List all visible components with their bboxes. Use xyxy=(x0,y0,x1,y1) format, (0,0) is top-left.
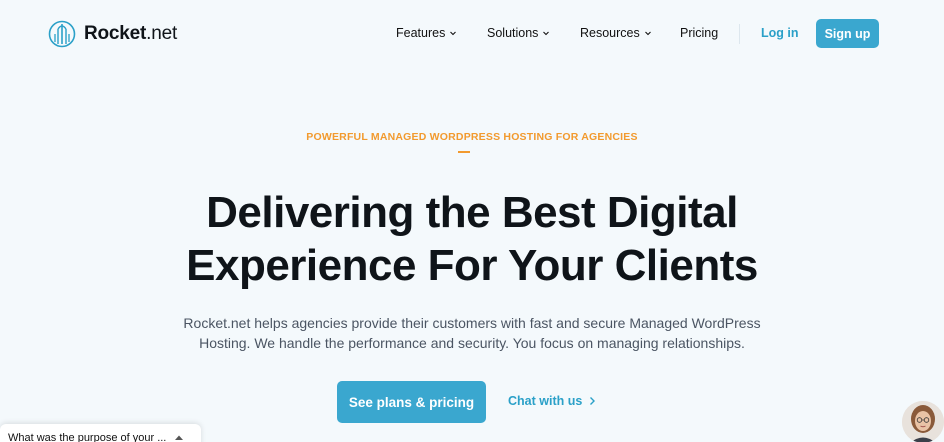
subtext-line-1: Rocket.net helps agencies provide their … xyxy=(183,315,761,331)
nav-divider xyxy=(739,24,740,44)
nav-item-label: Solutions xyxy=(487,26,539,40)
chat-label: Chat with us xyxy=(508,394,583,408)
headline-line-1: Delivering the Best Digital xyxy=(206,188,738,237)
eyebrow-underline xyxy=(458,151,470,153)
nav-item-features[interactable]: Features xyxy=(396,26,457,40)
brand-logo[interactable]: Rocket.net xyxy=(48,20,177,48)
nav-item-solutions[interactable]: Solutions xyxy=(487,26,550,40)
subtext-line-2: Hosting. We handle the performance and s… xyxy=(199,335,745,351)
chevron-right-icon xyxy=(590,397,596,405)
survey-widget[interactable]: What was the purpose of your ... xyxy=(0,424,201,442)
see-plans-button[interactable]: See plans & pricing xyxy=(337,381,486,423)
person-avatar-icon xyxy=(902,401,944,442)
nav-item-pricing[interactable]: Pricing xyxy=(680,26,718,40)
top-navigation: Rocket.net Features Solutions Resources … xyxy=(0,0,944,68)
support-avatar[interactable] xyxy=(902,401,944,442)
chevron-down-icon xyxy=(450,31,457,36)
hero-headline: Delivering the Best Digital Experience F… xyxy=(0,186,944,292)
chevron-down-icon xyxy=(644,31,651,36)
nav-item-label: Resources xyxy=(580,26,640,40)
login-link[interactable]: Log in xyxy=(761,26,799,40)
rocket-logo-icon xyxy=(48,20,76,48)
hero-subtext: Rocket.net helps agencies provide their … xyxy=(172,313,772,353)
caret-up-icon[interactable] xyxy=(174,434,184,441)
nav-item-label: Features xyxy=(396,26,446,40)
brand-name-bold: Rocket xyxy=(84,23,147,44)
chat-with-us-link[interactable]: Chat with us xyxy=(508,394,596,408)
headline-line-2: Experience For Your Clients xyxy=(186,241,758,290)
hero-eyebrow: POWERFUL MANAGED WORDPRESS HOSTING FOR A… xyxy=(306,131,638,143)
nav-item-label: Pricing xyxy=(680,26,719,40)
brand-name: Rocket.net xyxy=(84,23,177,45)
chevron-down-icon xyxy=(543,31,550,36)
brand-name-light: .net xyxy=(146,23,178,44)
survey-question: What was the purpose of your ... xyxy=(8,432,167,442)
nav-item-resources[interactable]: Resources xyxy=(580,26,652,40)
signup-button[interactable]: Sign up xyxy=(816,19,879,48)
